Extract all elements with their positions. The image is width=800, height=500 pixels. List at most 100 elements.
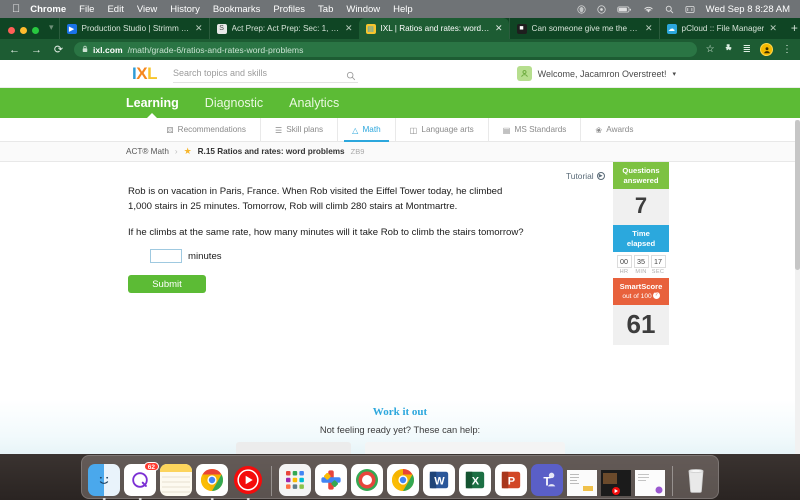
time-elapsed-title-2: elapsed (626, 238, 656, 248)
welcome-text: Welcome, Jacamron Overstreet! (537, 68, 667, 79)
macos-menu-bar:  Chrome File Edit View History Bookmark… (0, 0, 800, 18)
dock-app-teams[interactable]: T (531, 464, 563, 496)
submit-button[interactable]: Submit (128, 275, 206, 293)
menu-help[interactable]: Help (393, 4, 413, 15)
breadcrumb: ACT® Math › ★ R.15 Ratios and rates: wor… (0, 142, 800, 162)
subnav-item-skill-plans[interactable]: ☰ Skill plans (259, 117, 337, 142)
search-icon[interactable] (665, 5, 674, 14)
dock-app-word[interactable]: W (423, 464, 455, 496)
subnav-label: MS Standards (514, 125, 567, 134)
dock-app-messages[interactable]: 62 (124, 462, 159, 500)
close-window-button[interactable] (8, 27, 15, 34)
minimize-window-button[interactable] (20, 27, 27, 34)
menu-profiles[interactable]: Profiles (273, 4, 305, 15)
subnav-label: Awards (606, 125, 634, 134)
browser-tab[interactable]: ☁ pCloud :: File Manager ✕ (658, 18, 783, 39)
questions-answered-value: 7 (634, 193, 648, 218)
search-icon[interactable] (346, 68, 356, 86)
apple-icon[interactable]:  (12, 3, 20, 15)
question-paragraph-1: Rob is on vacation in Paris, France. Whe… (128, 186, 503, 212)
browser-tab[interactable]: ▶ Production Studio | Strimm TV ✕ (58, 18, 209, 39)
dock-app-youtube-music[interactable] (232, 464, 264, 500)
dock-minimized-browser-window[interactable] (635, 470, 665, 496)
questions-answered-header: Questions answered (613, 162, 669, 189)
address-bar[interactable]: ixl.com/math/grade-6/ratios-and-rates-wo… (74, 42, 697, 57)
wifi-icon[interactable] (643, 5, 654, 14)
answer-input[interactable] (150, 249, 182, 263)
browser-tab[interactable]: S Act Prep: Act Prep: Sec: 1, Per ✕ (208, 18, 359, 39)
dock-app-notes[interactable] (160, 464, 192, 496)
search-input[interactable] (172, 68, 358, 78)
menu-bookmarks[interactable]: Bookmarks (213, 4, 261, 15)
menu-window[interactable]: Window (346, 4, 380, 15)
chrome-menu-icon[interactable]: ⋮ (782, 44, 792, 55)
subnav-item-recommendations[interactable]: ⚄ Recommendations (153, 118, 260, 142)
maximize-window-button[interactable] (32, 27, 39, 34)
dock-app-safari[interactable] (351, 464, 383, 496)
dock-separator (672, 466, 673, 496)
reading-list-icon[interactable]: ≣ (743, 44, 751, 55)
subnav-item-ms-standards[interactable]: ▤ MS Standards (487, 117, 581, 142)
menu-tab[interactable]: Tab (318, 4, 333, 15)
menu-chrome[interactable]: Chrome (30, 4, 66, 15)
back-button[interactable]: ← (8, 44, 21, 56)
dock-minimized-document-window[interactable] (567, 470, 597, 496)
page-scrollbar[interactable] (795, 120, 800, 500)
screen:  Chrome File Edit View History Bookmark… (0, 0, 800, 500)
tutorial-link[interactable]: Tutorial ▶ (566, 171, 605, 181)
menu-file[interactable]: File (79, 4, 94, 15)
menu-view[interactable]: View (137, 4, 157, 15)
control-center-icon[interactable] (685, 5, 695, 14)
breadcrumb-root[interactable]: ACT® Math (126, 147, 169, 156)
tutorial-label: Tutorial (566, 171, 594, 181)
search-box[interactable] (172, 65, 358, 86)
subnav-item-language-arts[interactable]: ◫ Language arts (394, 117, 488, 142)
menubar-clock[interactable]: Wed Sep 8 8:28 AM (706, 4, 790, 15)
profile-avatar-icon[interactable] (760, 43, 773, 56)
timer-hours-value: 00 (616, 255, 632, 268)
battery-icon[interactable] (617, 5, 632, 14)
subnav-item-math[interactable]: △ Math (337, 117, 395, 142)
extensions-icon[interactable] (724, 43, 734, 56)
dock-app-excel[interactable]: X (459, 464, 491, 496)
browser-tab[interactable]: ■ Can someone give me the bes ✕ (508, 18, 659, 39)
tab-close-icon[interactable]: ✕ (195, 23, 203, 34)
chevron-down-icon[interactable]: ▾ (672, 70, 676, 78)
awards-icon: ❀ (595, 125, 603, 135)
reload-button[interactable]: ⟳ (52, 43, 65, 56)
tab-close-icon[interactable]: ✕ (345, 23, 353, 34)
dock-minimized-video-window[interactable] (601, 470, 631, 496)
tab-close-icon[interactable]: ✕ (645, 23, 653, 34)
ixl-logo[interactable]: IXL (132, 65, 157, 82)
question-text: Rob is on vacation in Paris, France. Whe… (128, 184, 528, 240)
tab-close-icon[interactable]: ✕ (495, 23, 503, 34)
dock-app-chrome[interactable] (196, 464, 228, 500)
star-icon[interactable]: ☆ (706, 44, 715, 55)
dock-app-powerpoint[interactable]: P (495, 464, 527, 496)
dock-app-app-store[interactable] (315, 464, 347, 496)
menu-history[interactable]: History (170, 4, 200, 15)
browser-tab-active[interactable]: ▤ IXL | Ratios and rates: word pr ✕ (358, 18, 509, 39)
new-tab-button[interactable]: + (783, 21, 800, 39)
dock-app-finder[interactable] (88, 464, 120, 500)
user-menu[interactable]: Welcome, Jacamron Overstreet! ▾ (516, 66, 676, 81)
tab-close-icon[interactable]: ✕ (769, 23, 777, 34)
questions-answered-title-2: answered (623, 175, 659, 185)
favorite-star-icon[interactable]: ★ (184, 146, 192, 157)
record-icon[interactable] (597, 4, 606, 14)
dock-app-chrome-2[interactable] (387, 464, 419, 496)
scrollbar-thumb[interactable] (795, 120, 800, 270)
nav-learning[interactable]: Learning (126, 96, 179, 110)
nav-diagnostic[interactable]: Diagnostic (205, 96, 263, 110)
forward-button[interactable]: → (30, 44, 43, 56)
dock-trash[interactable] (680, 464, 712, 496)
tab-search-icon[interactable]: ▾ (47, 22, 59, 39)
subnav-label: Math (362, 125, 381, 134)
play-circle-icon[interactable]: ▶ (596, 172, 605, 180)
dock-app-launchpad[interactable] (279, 464, 311, 496)
shield-icon[interactable] (577, 4, 586, 14)
help-icon[interactable]: ? (652, 292, 660, 300)
menu-edit[interactable]: Edit (107, 4, 123, 15)
subnav-item-awards[interactable]: ❀ Awards (580, 117, 647, 142)
nav-analytics[interactable]: Analytics (289, 96, 339, 110)
